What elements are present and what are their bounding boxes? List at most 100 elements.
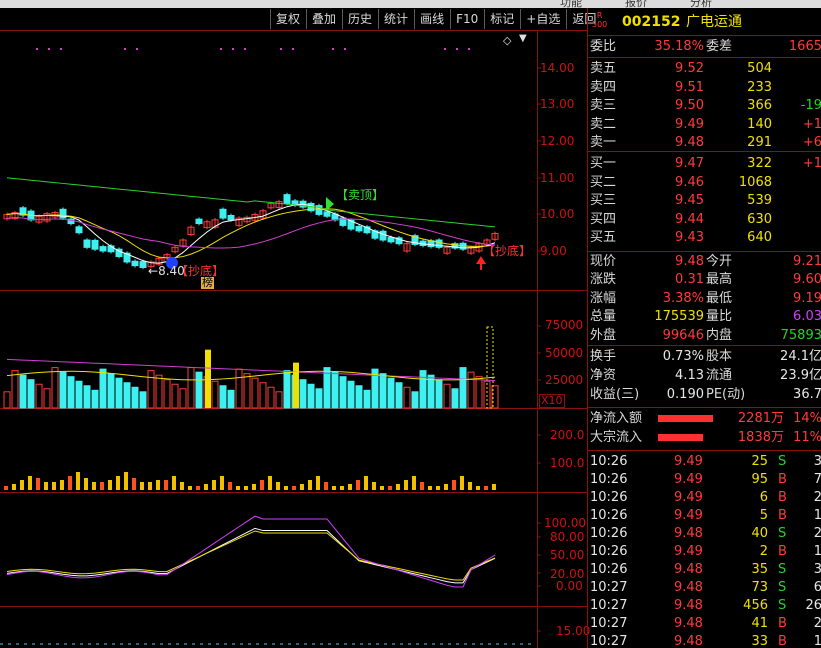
tick-row[interactable]: 10:27 9.48 41 B 2 bbox=[588, 615, 821, 633]
kdj-d-line bbox=[6, 530, 496, 581]
diamond-icon[interactable]: ◇ bbox=[503, 34, 511, 47]
bid-row[interactable]: 买四 9.44 630 bbox=[588, 211, 821, 229]
tick-row[interactable]: 10:26 9.49 25 S 3 bbox=[588, 453, 821, 471]
order-ratio-value: 35.18% bbox=[654, 39, 704, 54]
bid-row[interactable]: 买三 9.45 539 bbox=[588, 192, 821, 210]
tick-row[interactable]: 10:26 9.48 40 S 2 bbox=[588, 525, 821, 543]
volume-bar bbox=[411, 391, 419, 409]
tick-time: 10:26 bbox=[590, 544, 628, 559]
signal-dot bbox=[136, 48, 138, 50]
stat-value: 9.19 bbox=[793, 290, 821, 306]
tick-row[interactable]: 10:26 9.49 5 B 1 bbox=[588, 507, 821, 525]
volume-tick-label: 50000 bbox=[545, 346, 584, 360]
tick-row[interactable]: 10:27 9.48 456 S 26 bbox=[588, 597, 821, 615]
flow-bar bbox=[236, 486, 240, 490]
flow-bar bbox=[52, 482, 56, 490]
signal-dot bbox=[344, 48, 346, 50]
tick-price: 9.48 bbox=[674, 562, 703, 577]
ask-row[interactable]: 卖五 9.52 504 bbox=[588, 60, 821, 78]
price-tick-label: 12.00 bbox=[540, 134, 575, 148]
flow-tick-label: 100.0 bbox=[550, 456, 585, 470]
flow-bar bbox=[180, 482, 184, 490]
stat-row: 现价 9.48 今开 9.21 bbox=[588, 253, 821, 271]
fundamental-value: 23.9亿 bbox=[780, 368, 821, 383]
stat-row: 总量 175539 量比 6.03 bbox=[588, 308, 821, 326]
tick-price: 9.48 bbox=[674, 634, 703, 648]
ask-row[interactable]: 卖一 9.48 291 +6 bbox=[588, 134, 821, 152]
tick-volume: 35 bbox=[751, 562, 768, 577]
volume-bar bbox=[107, 373, 115, 409]
ask-volume: 233 bbox=[747, 79, 772, 95]
signal-dot bbox=[124, 48, 126, 50]
candle-body bbox=[219, 208, 227, 219]
bid-price: 9.46 bbox=[675, 174, 704, 190]
flow-bar bbox=[420, 482, 424, 490]
signal-dot bbox=[444, 48, 446, 50]
tick-side: S bbox=[778, 526, 787, 541]
flow-bar bbox=[436, 486, 440, 490]
tick-row[interactable]: 10:26 9.49 6 B 2 bbox=[588, 489, 821, 507]
volume-bar bbox=[67, 376, 75, 409]
volume-bar bbox=[419, 370, 427, 409]
bid-row[interactable]: 买一 9.47 322 +1 bbox=[588, 155, 821, 173]
ask-price: 9.50 bbox=[675, 98, 704, 114]
flow-bar bbox=[12, 484, 16, 490]
tick-row[interactable]: 10:27 9.48 73 S 6 bbox=[588, 579, 821, 597]
tick-row[interactable]: 10:26 9.49 95 B 7 bbox=[588, 471, 821, 489]
rank-badge[interactable]: 榜 bbox=[201, 277, 214, 289]
flow-bar bbox=[156, 480, 160, 490]
ask-row[interactable]: 卖三 9.50 366 -19 bbox=[588, 97, 821, 115]
ask-price: 9.48 bbox=[675, 135, 704, 151]
flow-bar bbox=[252, 484, 256, 490]
ask-row[interactable]: 卖二 9.49 140 +1 bbox=[588, 116, 821, 134]
tick-side: S bbox=[778, 562, 787, 577]
tick-row[interactable]: 10:26 9.49 2 B 1 bbox=[588, 543, 821, 561]
bid-level-label: 买四 bbox=[590, 211, 617, 227]
expand-arrow-icon[interactable]: ▼ bbox=[519, 33, 527, 44]
signal-dot bbox=[468, 48, 470, 50]
bid-row[interactable]: 买二 9.46 1068 bbox=[588, 174, 821, 192]
stat-row: 涨跌 0.31 最高 9.60 bbox=[588, 271, 821, 289]
tick-row[interactable]: 10:26 9.48 35 S 3 bbox=[588, 561, 821, 579]
volume-bar bbox=[123, 382, 131, 409]
flow-bar bbox=[658, 434, 704, 441]
stat-value: 3.38% bbox=[662, 290, 704, 306]
price-tick-label: 13.00 bbox=[540, 97, 575, 111]
kline-chart[interactable] bbox=[0, 0, 541, 648]
flow-bar bbox=[36, 478, 40, 490]
flow-bar bbox=[468, 482, 472, 490]
volume-bar bbox=[59, 371, 67, 409]
fundamental-value: 4.13 bbox=[675, 368, 704, 383]
tick-volume: 456 bbox=[743, 598, 768, 613]
flow-value: 2281万 bbox=[737, 411, 784, 426]
stat-label: 涨跌 bbox=[590, 272, 617, 288]
tick-count: 2 bbox=[813, 526, 821, 541]
ask-row[interactable]: 卖四 9.51 233 bbox=[588, 79, 821, 97]
signal-dot bbox=[232, 48, 234, 50]
flow-bar bbox=[444, 484, 448, 490]
volume-bar bbox=[211, 380, 219, 409]
tick-side: B bbox=[778, 472, 787, 487]
flow-bar bbox=[68, 476, 72, 490]
bid-volume: 322 bbox=[747, 156, 772, 171]
bid-row[interactable]: 买五 9.43 640 bbox=[588, 229, 821, 247]
flow-bar bbox=[460, 476, 464, 490]
price-tick-label: 11.00 bbox=[540, 171, 575, 185]
tick-row[interactable]: 10:27 9.48 33 B 1 bbox=[588, 633, 821, 648]
tick-side: S bbox=[778, 598, 787, 613]
order-diff-label: 委差 bbox=[706, 39, 733, 54]
bid-level-label: 买五 bbox=[590, 230, 617, 246]
bid-level-label: 买一 bbox=[590, 156, 617, 171]
ma10-line bbox=[6, 208, 496, 259]
flow-bar bbox=[196, 486, 200, 490]
tick-price: 9.49 bbox=[674, 472, 703, 487]
tick-count: 26 bbox=[805, 598, 821, 613]
divider bbox=[588, 57, 821, 58]
flow-bar bbox=[164, 480, 168, 490]
flow-bar bbox=[372, 482, 376, 490]
ma60-line bbox=[6, 177, 496, 228]
tick-count: 7 bbox=[813, 472, 821, 487]
volume-bar bbox=[259, 382, 267, 409]
volume-bar bbox=[75, 380, 83, 409]
candle-body bbox=[99, 246, 107, 252]
